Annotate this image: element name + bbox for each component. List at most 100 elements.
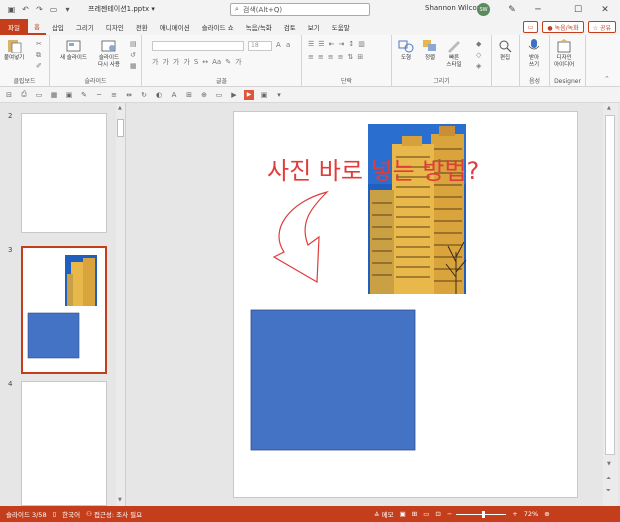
- tab-6[interactable]: 애니메이션: [154, 19, 196, 35]
- numbering-icon[interactable]: ☰: [318, 40, 324, 48]
- comments-icon[interactable]: ▭: [522, 21, 539, 33]
- normal-view-icon[interactable]: ▣: [400, 510, 406, 518]
- current-slide[interactable]: 사진 바로 넣는 방법?: [233, 111, 578, 498]
- previous-slide-icon[interactable]: ⏶: [606, 475, 611, 483]
- align-right-icon[interactable]: ≡: [328, 53, 334, 61]
- rotate-icon[interactable]: ↻: [139, 90, 149, 100]
- fit-slide-icon[interactable]: ⊕: [544, 510, 549, 518]
- bold-icon[interactable]: 가: [152, 57, 158, 67]
- tab-0[interactable]: 파일: [0, 19, 28, 35]
- screen-recording-icon[interactable]: ▣: [259, 90, 269, 100]
- section-icon[interactable]: ▦: [130, 62, 137, 70]
- highlight-icon[interactable]: ✎: [225, 58, 231, 66]
- cut-icon[interactable]: ✂: [36, 40, 42, 48]
- spell-check-icon[interactable]: ▯: [53, 510, 57, 518]
- group-icon[interactable]: ⊞: [184, 90, 194, 100]
- open-icon[interactable]: ▭: [34, 90, 44, 100]
- decrease-indent-icon[interactable]: ⇤: [329, 40, 335, 48]
- share-button[interactable]: ☆ 공유: [587, 21, 616, 33]
- tab-3[interactable]: 그리기: [70, 19, 100, 35]
- language-indicator[interactable]: 한국어: [62, 509, 80, 519]
- canvas-scroll-down-icon[interactable]: ▼: [607, 461, 611, 467]
- spacing-icon[interactable]: ↔: [202, 58, 208, 66]
- font-color-icon[interactable]: 가: [235, 57, 241, 67]
- draw-icon[interactable]: ✎: [79, 90, 89, 100]
- format-painter-icon[interactable]: ✐: [36, 62, 42, 70]
- next-slide-icon[interactable]: ⏷: [606, 487, 611, 495]
- edit-button[interactable]: 편집: [497, 39, 513, 62]
- undo-icon[interactable]: ↶: [20, 4, 31, 15]
- link-icon[interactable]: ⊕: [199, 90, 209, 100]
- text-highlight-icon[interactable]: A: [169, 90, 179, 100]
- justify-icon[interactable]: ≡: [338, 53, 344, 61]
- shrink-font-icon[interactable]: a: [286, 41, 290, 49]
- new-slide-button[interactable]: 새 슬라이드: [60, 39, 87, 62]
- slide-thumbnail-3[interactable]: [21, 246, 107, 374]
- slideshow-icon[interactable]: ⊟: [4, 90, 14, 100]
- thumbnail-scroll-thumb[interactable]: [117, 119, 124, 137]
- blue-rectangle-shape[interactable]: [250, 309, 416, 451]
- tab-8[interactable]: 녹음/녹화: [240, 19, 278, 35]
- zoom-level[interactable]: 72%: [524, 510, 538, 518]
- building-photo[interactable]: [368, 124, 467, 294]
- zoom-slider[interactable]: [456, 510, 507, 518]
- tab-11[interactable]: 도움말: [326, 19, 356, 35]
- tab-7[interactable]: 슬라이드 쇼: [196, 19, 240, 35]
- slide-handwritten-title[interactable]: 사진 바로 넣는 방법?: [267, 157, 479, 185]
- reading-view-icon[interactable]: ▭: [423, 510, 429, 518]
- thumbnail-scrollbar[interactable]: ▲ ▼: [116, 103, 125, 506]
- collapse-ribbon-icon[interactable]: ⌃: [604, 75, 610, 83]
- search-box[interactable]: ⌕ 검색(Alt+Q): [230, 3, 370, 16]
- comment-icon[interactable]: ▭: [214, 90, 224, 100]
- design-ideas-button[interactable]: 디자인 아이디어: [554, 39, 574, 69]
- tab-4[interactable]: 디자인: [100, 19, 130, 35]
- line-icon[interactable]: ─: [94, 90, 104, 100]
- maximize-button[interactable]: ☐: [569, 2, 587, 17]
- picture-icon[interactable]: ▣: [64, 90, 74, 100]
- close-button[interactable]: ✕: [596, 2, 614, 17]
- shadow-icon[interactable]: S: [194, 58, 198, 66]
- align-left-icon[interactable]: ≡: [308, 53, 314, 61]
- bullets-icon[interactable]: ☰: [308, 40, 314, 48]
- tab-1[interactable]: 홈: [27, 19, 46, 35]
- zoom-out-icon[interactable]: −: [447, 510, 452, 518]
- align-center-icon[interactable]: ≡: [318, 53, 324, 61]
- underline-icon[interactable]: 가: [173, 57, 179, 67]
- canvas-scroll-thumb[interactable]: [605, 115, 615, 455]
- font-name-combo[interactable]: [152, 41, 244, 51]
- record-slideshow-icon[interactable]: ▶: [244, 89, 254, 100]
- font-size-combo[interactable]: 18: [248, 41, 272, 51]
- record-button[interactable]: ● 녹음/녹화: [542, 21, 584, 33]
- tab-5[interactable]: 전환: [130, 19, 154, 35]
- slide-sorter-icon[interactable]: ⊞: [412, 510, 417, 518]
- shape-fill-icon[interactable]: ◆: [476, 40, 481, 48]
- save-icon[interactable]: ▣: [6, 4, 17, 15]
- canvas-scroll-up-icon[interactable]: ▲: [607, 105, 611, 111]
- table-icon[interactable]: ▦: [49, 90, 59, 100]
- line-spacing-icon[interactable]: ↕: [348, 40, 354, 48]
- grow-font-icon[interactable]: A: [276, 41, 281, 49]
- reuse-slides-button[interactable]: 슬라이드 다시 사용: [98, 39, 120, 69]
- avatar[interactable]: SW: [477, 3, 490, 16]
- align-icon[interactable]: ≡: [109, 90, 119, 100]
- zoom-slider-thumb[interactable]: [482, 510, 486, 518]
- smartart-icon[interactable]: ⊞: [357, 53, 363, 61]
- tab-2[interactable]: 삽입: [46, 19, 70, 35]
- slide-thumbnail-4[interactable]: [21, 381, 107, 506]
- curved-arrow[interactable]: [272, 190, 329, 284]
- scroll-down-icon[interactable]: ▼: [118, 497, 122, 503]
- canvas-scrollbar[interactable]: ▲ ▼ ⏶ ⏷: [603, 103, 618, 506]
- minimize-button[interactable]: ─: [529, 2, 547, 17]
- dictate-button[interactable]: 받아 쓰기: [526, 39, 542, 69]
- scroll-up-icon[interactable]: ▲: [118, 105, 122, 111]
- start-slideshow-icon[interactable]: ▭: [48, 4, 59, 15]
- more-commands-icon[interactable]: ▾: [274, 90, 284, 100]
- user-name[interactable]: Shannon Wilcox: [425, 4, 481, 12]
- zoom-in-icon[interactable]: +: [512, 510, 517, 518]
- paste-button[interactable]: 붙여넣기: [4, 39, 24, 62]
- arrange-button[interactable]: 정렬: [422, 39, 438, 62]
- strikethrough-icon[interactable]: 가: [183, 57, 189, 67]
- reset-icon[interactable]: ↺: [130, 51, 136, 59]
- text-direction-icon[interactable]: ⇅: [348, 53, 354, 61]
- color-icon[interactable]: ◐: [154, 90, 164, 100]
